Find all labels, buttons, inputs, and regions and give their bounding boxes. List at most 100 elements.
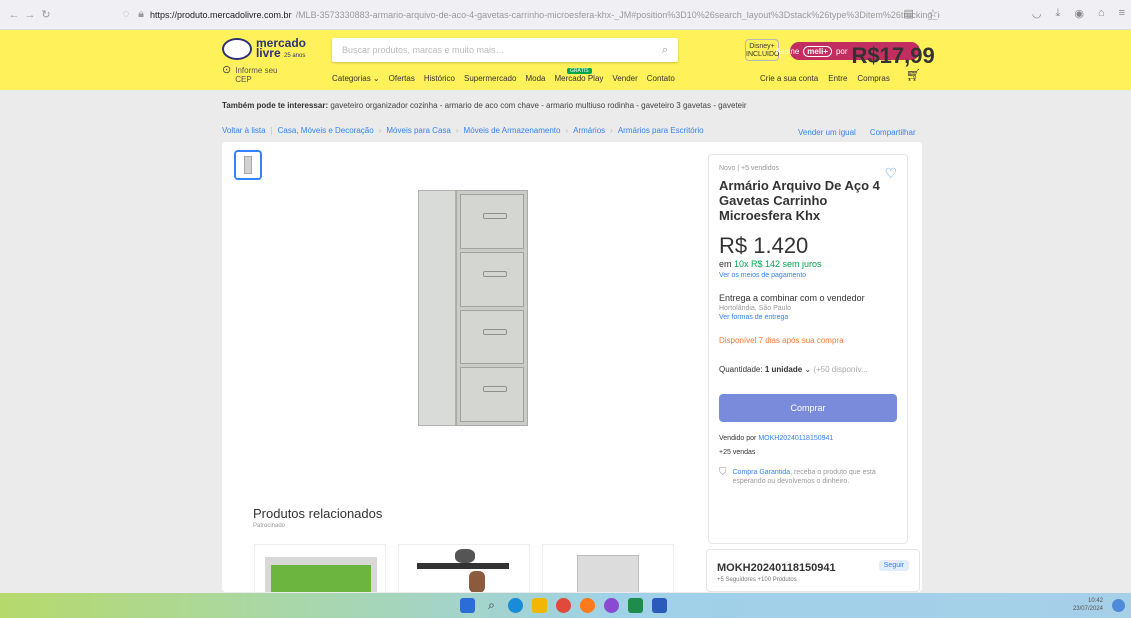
clock-date: 23/07/2024 <box>1072 606 1103 612</box>
menu-icon[interactable]: ≡ <box>1119 7 1125 20</box>
nav-ofertas[interactable]: Ofertas <box>389 74 415 83</box>
installments: em 10x R$ 142 sem juros <box>719 259 822 269</box>
reload-icon[interactable]: ↻ <box>38 8 54 21</box>
app-icon[interactable] <box>604 598 619 613</box>
breadcrumb-actions: Vender um igual Compartilhar <box>798 128 916 137</box>
product-title: Armário Arquivo De Aço 4 Gavetas Carrinh… <box>719 178 880 223</box>
share-link[interactable]: Compartilhar <box>870 128 916 137</box>
nav-moda[interactable]: Moda <box>525 74 545 83</box>
drawer <box>460 309 524 365</box>
back-to-list-link[interactable]: Voltar à lista <box>222 126 266 135</box>
quantity-selector[interactable]: Quantidade: 1 unidade ⌄ (+50 disponív... <box>719 365 897 374</box>
tray-icon[interactable] <box>1112 599 1125 612</box>
windows-start-icon[interactable] <box>460 598 475 613</box>
home-icon[interactable]: ⌂ <box>1098 7 1105 20</box>
follow-button[interactable]: Seguir <box>878 560 909 571</box>
promo-price: R$17,99 <box>851 43 935 68</box>
taskbar: ⌕ 10:42 23/07/2024 <box>0 593 1131 618</box>
buy-button[interactable]: Comprar <box>719 394 897 422</box>
excel-icon[interactable] <box>628 598 643 613</box>
nav-contato[interactable]: Contato <box>647 74 675 83</box>
url-host: https://produto.mercadolivre.com.br <box>150 10 292 20</box>
cep-line1: Informe seu <box>235 66 278 75</box>
nav-historico[interactable]: Histórico <box>424 74 455 83</box>
bookmark-star-icon[interactable]: ☆ <box>928 7 938 20</box>
mercadolivre-logo[interactable]: mercado livre 25 anos <box>222 35 306 63</box>
product-price: R$ 1.420 <box>719 233 809 258</box>
drawer <box>460 251 524 307</box>
login-link[interactable]: Entre <box>828 74 847 83</box>
firefox-icon[interactable] <box>580 598 595 613</box>
gallery-thumbnail[interactable] <box>234 150 262 180</box>
url-path: /MLB-3573330883-armario-arquivo-de-aco-4… <box>295 10 940 20</box>
product-card: Novo | +5 vendidos ♡ Armário Arquivo De … <box>222 142 922 592</box>
related-terms[interactable]: gaveteiro organizador cozinha - armario … <box>330 101 746 110</box>
word-icon[interactable] <box>652 598 667 613</box>
related-product-card[interactable] <box>542 544 674 592</box>
logo-line2: livre <box>255 45 281 60</box>
promo-por: por <box>835 46 848 56</box>
seller-card: MOKH20240118150941 +5 Seguidores +100 Pr… <box>706 549 920 592</box>
create-account-link[interactable]: Crie a sua conta <box>760 74 818 83</box>
site-header: mercado livre 25 anos Buscar produtos, m… <box>0 30 1131 90</box>
breadcrumb-item[interactable]: Casa, Móveis e Decoração <box>278 126 374 135</box>
nav-supermercado[interactable]: Supermercado <box>464 74 516 83</box>
reader-icon[interactable]: ▤ <box>904 7 914 20</box>
download-icon[interactable]: ⤓ <box>1055 7 1060 20</box>
related-products-title: Produtos relacionados <box>253 506 383 521</box>
clock-time: 10:42 <box>1087 598 1103 604</box>
payment-methods-link[interactable]: Ver os meios de pagamento <box>719 272 897 279</box>
sell-same-link[interactable]: Vender um igual <box>798 128 856 137</box>
purchases-link[interactable]: Compras <box>857 74 889 83</box>
nav-vender[interactable]: Vender <box>612 74 637 83</box>
chevron-down-icon: ⌄ <box>804 365 814 374</box>
breadcrumb-item[interactable]: Armários <box>573 126 605 135</box>
taskbar-apps: ⌕ <box>460 598 667 613</box>
search-input[interactable]: Buscar produtos, marcas e muito mais… ⌕ <box>332 38 678 62</box>
related-product-card[interactable] <box>398 544 530 592</box>
seller-sales: +25 vendas <box>719 449 756 456</box>
chrome-icon[interactable] <box>556 598 571 613</box>
quantity-value: 1 unidade <box>764 365 803 374</box>
availability: Disponível 7 dias após sua compra <box>719 336 844 345</box>
address-bar[interactable]: https://produto.mercadolivre.com.br/MLB-… <box>150 8 940 22</box>
breadcrumb-item[interactable]: Móveis para Casa <box>386 126 450 135</box>
breadcrumb-item[interactable]: Móveis de Armazenamento <box>464 126 561 135</box>
nav-categorias[interactable]: Categorias ⌄ <box>332 74 380 83</box>
cart-icon[interactable]: 🛒︎ <box>906 68 921 82</box>
pocket-icon[interactable]: ◡ <box>1032 7 1042 20</box>
file-explorer-icon[interactable] <box>532 598 547 613</box>
edge-icon[interactable] <box>508 598 523 613</box>
meli-plus-promo[interactable]: Assine meli+ por R$17,99 <box>775 42 935 68</box>
breadcrumb-item[interactable]: Armários para Escritório <box>618 126 704 135</box>
system-clock[interactable]: 10:42 23/07/2024 <box>1073 597 1103 613</box>
product-image[interactable] <box>418 190 528 426</box>
stock-count: (+50 disponív... <box>813 365 868 374</box>
heart-icon[interactable]: ♡ <box>884 165 897 182</box>
sponsored-label: Patrocinado <box>253 523 286 529</box>
related-product-card[interactable] <box>254 544 386 592</box>
cep-selector[interactable]: ⊙ Informe seu CEP <box>222 65 278 85</box>
promo-pill: meli+ <box>803 45 832 57</box>
handshake-icon <box>222 38 252 60</box>
shipping-options-link[interactable]: Ver formas de entrega <box>719 314 897 321</box>
shield-icon[interactable]: ◌ <box>118 8 134 20</box>
mercado-play-tag: GRÁTIS <box>567 68 592 74</box>
guarantee-link[interactable]: Compra Garantida <box>733 469 791 476</box>
back-icon[interactable]: ← <box>6 9 22 21</box>
search-placeholder: Buscar produtos, marcas e muito mais… <box>342 45 505 55</box>
drawer <box>460 194 524 249</box>
shipping-info: Entrega a combinar com o vendedor <box>719 293 865 303</box>
seller-stats: +5 Seguidores +100 Produtos <box>717 577 797 583</box>
promo-assine: Assine <box>775 46 800 56</box>
search-icon[interactable]: ⌕ <box>662 44 668 57</box>
nav-mercado-play[interactable]: Mercado Play <box>554 74 603 83</box>
seller-link[interactable]: MOKH20240118150941 <box>758 435 833 442</box>
user-nav: Crie a sua conta Entre Compras <box>760 74 890 83</box>
buy-box: Novo | +5 vendidos ♡ Armário Arquivo De … <box>708 154 908 544</box>
main-nav: Categorias ⌄ Ofertas Histórico Supermerc… <box>332 74 675 83</box>
forward-icon[interactable]: → <box>22 9 38 21</box>
account-icon[interactable]: ◉ <box>1074 7 1084 20</box>
search-icon[interactable]: ⌕ <box>484 598 499 613</box>
disney-plus-badge[interactable]: Disney+ INCLUIDO <box>745 39 779 61</box>
